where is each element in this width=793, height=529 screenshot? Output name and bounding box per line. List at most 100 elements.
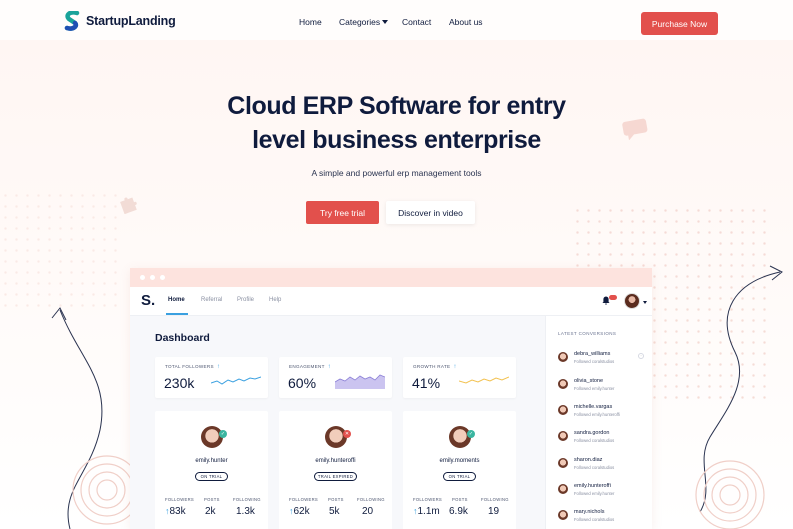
tab-referral[interactable]: Referral bbox=[201, 297, 222, 303]
discover-video-button[interactable]: Discover in video bbox=[386, 201, 475, 224]
conversion-detail: Followed emily.hunteroffi bbox=[574, 412, 620, 417]
stat-label: FOLLOWING bbox=[481, 497, 509, 502]
avatar bbox=[558, 352, 568, 362]
conversion-user: mary.nichols bbox=[574, 509, 605, 515]
list-item[interactable]: sharon.diaz Followed coralstudios bbox=[558, 456, 648, 476]
status-badge: TRAIL EXPIRED bbox=[314, 472, 357, 481]
user-avatar[interactable] bbox=[624, 293, 640, 309]
followers-count: 62k bbox=[293, 506, 310, 517]
hero-title-line2: level business enterprise bbox=[252, 126, 541, 154]
more-icon[interactable]: · bbox=[638, 353, 644, 359]
nav-categories[interactable]: Categories bbox=[339, 17, 389, 27]
logo-mark-icon bbox=[64, 11, 80, 31]
followers-value: ↑83k bbox=[165, 506, 186, 517]
stat-label-text: GROWTH RATE bbox=[413, 364, 451, 369]
app-logo[interactable]: S. bbox=[141, 292, 155, 309]
tab-home[interactable]: Home bbox=[168, 297, 185, 303]
stat-label-text: ENGAGEMENT bbox=[289, 364, 325, 369]
avatar bbox=[558, 379, 568, 389]
list-item[interactable]: debra_williams Followed coralstudios · bbox=[558, 350, 648, 370]
window-titlebar bbox=[130, 268, 652, 287]
stat-label: GROWTH RATE ↑ bbox=[413, 364, 457, 370]
nav-contact[interactable]: Contact bbox=[402, 17, 431, 27]
nav-about[interactable]: About us bbox=[449, 17, 483, 27]
x-icon: ✕ bbox=[343, 430, 351, 438]
dashboard-main: Dashboard TOTAL FOLLOWERS ↑ 230k ENGAGEME… bbox=[130, 316, 545, 529]
brand-logo[interactable]: StartupLanding bbox=[64, 11, 176, 31]
stat-card-followers[interactable]: TOTAL FOLLOWERS ↑ 230k bbox=[155, 357, 268, 398]
hero-subtitle: A simple and powerful erp management too… bbox=[311, 168, 482, 178]
conversion-user: michelle.vargas bbox=[574, 404, 613, 410]
brand-name: StartupLanding bbox=[86, 14, 176, 28]
window-dot bbox=[150, 275, 155, 280]
chevron-down-icon bbox=[382, 20, 389, 24]
check-icon: ✓ bbox=[219, 430, 227, 438]
avatar bbox=[558, 484, 568, 494]
check-icon: ✓ bbox=[467, 430, 475, 438]
list-item[interactable]: sandra.gordon Followed coralstudios bbox=[558, 429, 648, 449]
avatar bbox=[558, 510, 568, 520]
avatar bbox=[558, 431, 568, 441]
following-value: 1.3k bbox=[236, 506, 255, 517]
arrow-up-icon: ↑ bbox=[216, 364, 221, 370]
stat-label-text: TOTAL FOLLOWERS bbox=[165, 364, 214, 369]
sparkline-chart bbox=[211, 376, 261, 385]
following-value: 19 bbox=[488, 506, 500, 517]
puzzle-icon bbox=[120, 197, 137, 214]
dot-pattern-left bbox=[0, 190, 120, 310]
followers-value: ↑1.1m bbox=[413, 506, 440, 517]
profile-card[interactable]: ✕ emily.hunteroffi TRAIL EXPIRED FOLLOWE… bbox=[279, 411, 392, 529]
conversion-user: emily.hunteroffi bbox=[574, 483, 611, 489]
nav-home[interactable]: Home bbox=[299, 17, 322, 27]
profile-name: emily.hunter bbox=[195, 458, 228, 464]
conversion-user: debra_williams bbox=[574, 351, 611, 357]
fingerprint-pattern-decoration-right bbox=[695, 460, 765, 529]
dashboard-mockup: S. Home Referral Profile Help Dashboard … bbox=[130, 268, 652, 529]
list-item[interactable]: michelle.vargas Followed emily.hunteroff… bbox=[558, 403, 648, 423]
tab-help[interactable]: Help bbox=[269, 297, 281, 303]
status-badge: ON TRIAL bbox=[195, 472, 228, 481]
list-item[interactable]: mary.nichols Followed coralstudios bbox=[558, 508, 648, 528]
stat-label: FOLLOWERS bbox=[413, 497, 442, 502]
page-title: Dashboard bbox=[155, 332, 210, 344]
chevron-down-icon[interactable] bbox=[643, 301, 647, 304]
stat-card-engagement[interactable]: ENGAGEMENT ↑ 60% bbox=[279, 357, 392, 398]
window-dot bbox=[140, 275, 145, 280]
avatar bbox=[558, 458, 568, 468]
stat-card-growth[interactable]: GROWTH RATE ↑ 41% bbox=[403, 357, 516, 398]
stat-value: 41% bbox=[412, 375, 441, 391]
profile-card[interactable]: ✓ emily.hunter ON TRIAL FOLLOWERS POSTS … bbox=[155, 411, 268, 529]
profile-name: emily.moments bbox=[439, 458, 480, 464]
conversion-detail: Followed coralstudios bbox=[574, 359, 615, 364]
top-navbar: StartupLanding Home Categories Contact A… bbox=[0, 0, 793, 44]
stat-label: POSTS bbox=[328, 497, 344, 502]
list-item[interactable]: olivia_stone Followed emily.hunter bbox=[558, 377, 648, 397]
followers-count: 1.1m bbox=[417, 506, 440, 517]
profile-name: emily.hunteroffi bbox=[315, 458, 356, 464]
profile-card[interactable]: ✓ emily.moments ON TRIAL FOLLOWERS POSTS… bbox=[403, 411, 516, 529]
window-dot bbox=[160, 275, 165, 280]
posts-value: 6.9k bbox=[449, 506, 468, 517]
area-chart bbox=[335, 374, 385, 389]
stat-label: POSTS bbox=[452, 497, 468, 502]
stat-label: FOLLOWERS bbox=[289, 497, 318, 502]
followers-count: 83k bbox=[169, 506, 186, 517]
status-badge: ON TRIAL bbox=[443, 472, 476, 481]
avatar bbox=[558, 405, 568, 415]
conversion-user: sharon.diaz bbox=[574, 457, 603, 463]
conversion-detail: Followed coralstudios bbox=[574, 438, 615, 443]
list-item[interactable]: emily.hunteroffi Followed emily.hunter bbox=[558, 482, 648, 502]
active-tab-indicator bbox=[166, 313, 188, 315]
arrow-up-icon: ↑ bbox=[327, 364, 331, 370]
app-header: S. Home Referral Profile Help bbox=[130, 287, 652, 316]
try-free-trial-button[interactable]: Try free trial bbox=[306, 201, 379, 224]
notification-badge bbox=[609, 295, 617, 300]
purchase-now-button[interactable]: Purchase Now bbox=[641, 12, 718, 35]
arrow-up-icon: ↑ bbox=[453, 364, 457, 370]
tab-profile[interactable]: Profile bbox=[237, 297, 254, 303]
posts-value: 5k bbox=[329, 506, 340, 517]
stat-label: ENGAGEMENT ↑ bbox=[289, 364, 331, 370]
stat-value: 230k bbox=[164, 375, 195, 391]
conversion-detail: Followed emily.hunter bbox=[574, 491, 615, 496]
conversion-user: olivia_stone bbox=[574, 378, 604, 384]
